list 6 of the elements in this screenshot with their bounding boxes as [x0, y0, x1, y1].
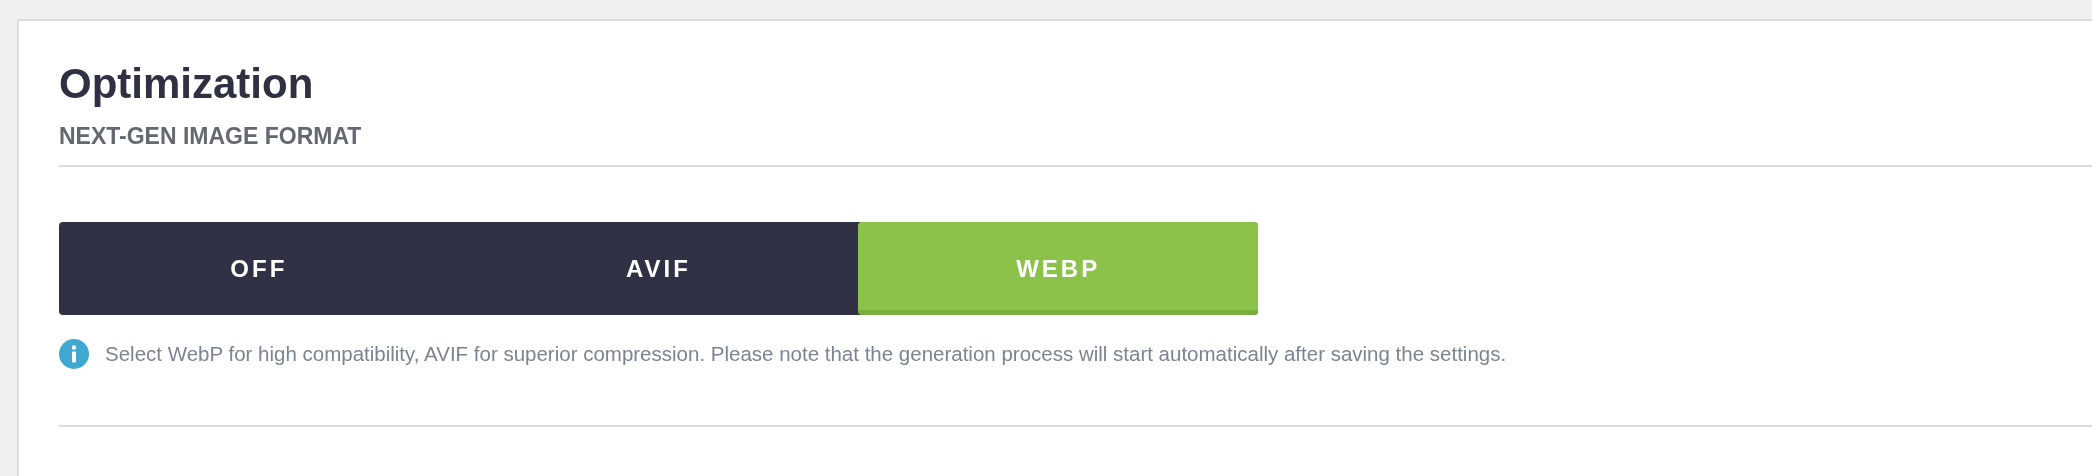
section-subtitle: NEXT-GEN IMAGE FORMAT [59, 122, 363, 151]
format-option[interactable]: OFF [59, 222, 459, 315]
help-text: Select WebP for high compatibility, AVIF for superior compression. Please note that the generation process will start automatically after saving the settings. [105, 342, 1507, 366]
format-option[interactable]: AVIF [458, 222, 859, 315]
section-title: Optimization [59, 59, 315, 109]
info-icon [59, 339, 89, 369]
